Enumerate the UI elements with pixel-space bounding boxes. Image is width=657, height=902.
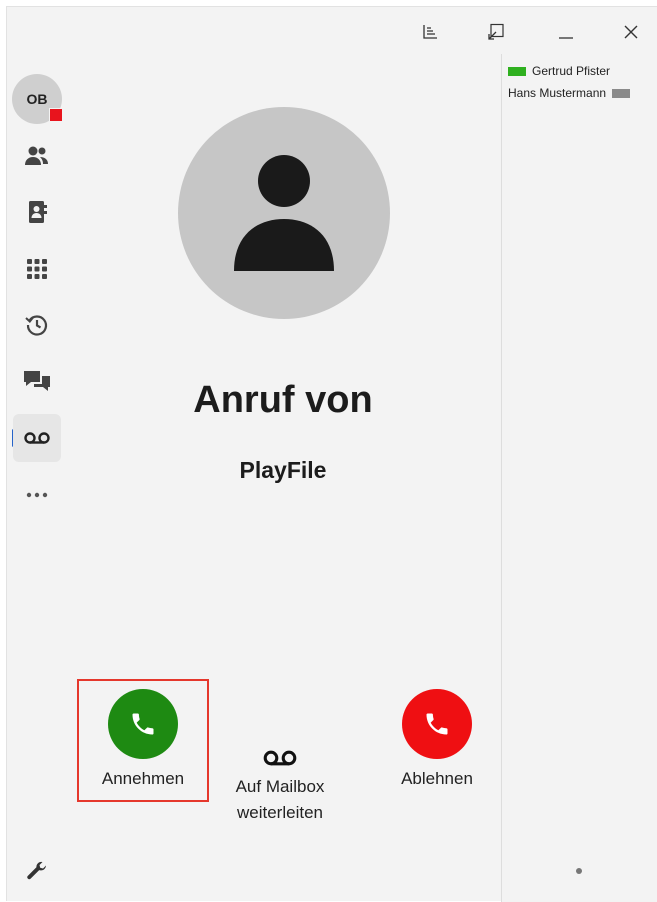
phonebook-icon[interactable] xyxy=(13,188,61,236)
contact-name: Gertrud Pfister xyxy=(532,64,611,78)
forward-to-mailbox-action[interactable]: Auf Mailbox weiterleiten xyxy=(215,745,345,825)
status-available-indicator xyxy=(508,66,526,76)
mailbox-label-line2: weiterleiten xyxy=(237,803,323,822)
incoming-call-view: Anruf von PlayFile Annehmen Auf Mailbox … xyxy=(65,7,501,902)
nav-rail: OB xyxy=(7,62,65,902)
contact-row[interactable]: Hans Mustermann xyxy=(508,84,631,102)
voicemail-icon[interactable] xyxy=(13,414,61,462)
status-offline-indicator xyxy=(612,88,631,98)
contact-row[interactable]: Gertrud Pfister xyxy=(508,62,610,80)
contact-name: Hans Mustermann xyxy=(508,86,607,100)
more-icon[interactable] xyxy=(13,471,61,519)
mailbox-label-line1: Auf Mailbox xyxy=(235,777,325,796)
person-icon xyxy=(234,155,334,271)
phone-icon xyxy=(426,713,448,735)
accept-call-button[interactable] xyxy=(108,689,178,759)
decline-call-button[interactable] xyxy=(402,689,472,759)
wrench-icon[interactable] xyxy=(13,847,61,895)
chat-icon[interactable] xyxy=(13,357,61,405)
minimize-icon[interactable] xyxy=(549,17,583,47)
call-window: OB Anruf von PlayFile Annehmen Auf Mailb… xyxy=(6,6,657,902)
close-icon[interactable] xyxy=(614,17,648,47)
caller-avatar xyxy=(178,107,390,319)
accept-call-label: Annehmen xyxy=(101,769,185,788)
contacts-icon[interactable] xyxy=(13,132,61,180)
dialpad-icon[interactable] xyxy=(13,245,61,293)
call-title: Anruf von xyxy=(193,379,373,421)
voicemail-icon xyxy=(263,750,297,766)
phone-icon xyxy=(132,713,154,735)
user-initials: OB xyxy=(26,91,48,107)
contacts-side-panel: Gertrud Pfister Hans Mustermann xyxy=(501,54,657,902)
caller-name: PlayFile xyxy=(239,457,327,483)
decline-call-label: Ablehnen xyxy=(401,769,473,788)
decline-call-action: Ablehnen xyxy=(383,689,491,791)
presence-status-indicator xyxy=(49,108,63,122)
panel-dot xyxy=(576,868,582,874)
history-icon[interactable] xyxy=(13,301,61,349)
accept-call-action: Annehmen xyxy=(89,689,197,791)
